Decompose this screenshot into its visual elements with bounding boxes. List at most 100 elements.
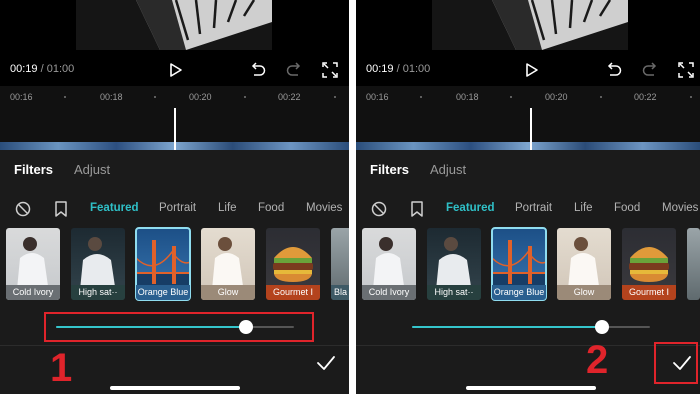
time-separator: / [393, 63, 403, 75]
redo-icon[interactable] [284, 60, 304, 80]
filter-list: Cold Ivory High sat·· Orange Blue Glow G… [356, 227, 700, 301]
play-icon[interactable] [521, 60, 541, 80]
category-life[interactable]: Life [574, 202, 593, 214]
playback-controls: 00:19 / 01:00 [356, 56, 700, 84]
tick-label: 00:20 [189, 92, 212, 102]
video-clip[interactable] [356, 142, 700, 150]
no-filter-icon[interactable] [14, 200, 32, 218]
video-preview [432, 0, 628, 50]
filter-item-partial[interactable]: Bla [331, 228, 349, 300]
time-display: 00:19 / 01:00 [366, 63, 430, 75]
filter-item-glow[interactable]: Glow [557, 228, 611, 300]
filter-label: Orange Blue [492, 285, 546, 300]
intensity-slider[interactable] [412, 320, 650, 334]
category-movies[interactable]: Movies [662, 202, 698, 214]
undo-icon[interactable] [604, 60, 624, 80]
undo-icon[interactable] [248, 60, 268, 80]
slider-fill [412, 326, 603, 328]
tick-dot [690, 96, 692, 98]
filter-label: High sat·· [71, 285, 125, 300]
filter-label: Glow [557, 285, 611, 300]
time-display: 00:19 / 01:00 [10, 63, 74, 75]
filter-item-orange-blue[interactable]: Orange Blue [135, 227, 191, 301]
fullscreen-icon[interactable] [320, 60, 340, 80]
divider [356, 345, 700, 346]
category-food[interactable]: Food [614, 202, 640, 214]
tick-label: 00:20 [545, 92, 568, 102]
step-number-2: 2 [586, 338, 609, 382]
filter-label: Cold Ivory [6, 285, 60, 300]
filter-label: Cold Ivory [362, 285, 416, 300]
tab-filters[interactable]: Filters [370, 162, 409, 177]
no-filter-icon[interactable] [370, 200, 388, 218]
checkmark-icon[interactable] [315, 352, 337, 374]
playback-controls: 00:19 / 01:00 [0, 56, 349, 84]
slider-knob[interactable] [595, 320, 610, 334]
filter-panel: Filters Adjust Featured Portrait Life Fo… [356, 150, 700, 394]
filter-label: Bla [331, 285, 349, 300]
video-preview [76, 0, 272, 50]
tab-adjust[interactable]: Adjust [430, 162, 466, 177]
filter-item-glow[interactable]: Glow [201, 228, 255, 300]
filter-label: Glow [201, 285, 255, 300]
tick-label: 00:22 [278, 92, 301, 102]
home-indicator [466, 386, 596, 390]
current-time: 00:19 [10, 63, 38, 75]
bookmark-icon[interactable] [52, 200, 70, 218]
filter-list: Cold Ivory High sat·· Orange Blue Glow G… [0, 227, 349, 301]
tick-label: 00:22 [634, 92, 657, 102]
tick-dot [244, 96, 246, 98]
total-time: 01:00 [46, 63, 75, 75]
piano-image [76, 0, 272, 50]
step-number-1: 1 [50, 346, 73, 390]
category-row: Featured Portrait Life Food Movies [356, 200, 700, 218]
category-portrait[interactable]: Portrait [159, 202, 196, 214]
time-separator: / [37, 63, 47, 75]
piano-image [432, 0, 628, 50]
tick-label: 00:18 [100, 92, 123, 102]
playhead[interactable] [174, 108, 176, 152]
filter-item-cold-ivory[interactable]: Cold Ivory [362, 228, 416, 300]
category-portrait[interactable]: Portrait [515, 202, 552, 214]
fullscreen-icon[interactable] [676, 60, 696, 80]
tick-dot [154, 96, 156, 98]
filter-item-gourmet[interactable]: Gourmet I [266, 228, 320, 300]
tab-adjust[interactable]: Adjust [74, 162, 110, 177]
filter-item-gourmet[interactable]: Gourmet I [622, 228, 676, 300]
playhead[interactable] [530, 108, 532, 152]
filter-label: Orange Blue [136, 285, 190, 300]
tick-dot [64, 96, 66, 98]
filter-item-high-sat[interactable]: High sat·· [427, 228, 481, 300]
timeline[interactable]: 00:16 00:18 00:20 00:22 [0, 86, 349, 156]
tick-dot [510, 96, 512, 98]
home-indicator [110, 386, 240, 390]
tick-label: 00:16 [10, 92, 33, 102]
tick-label: 00:16 [366, 92, 389, 102]
play-icon[interactable] [165, 60, 185, 80]
category-featured[interactable]: Featured [446, 202, 495, 214]
tick-dot [334, 96, 336, 98]
tick-dot [600, 96, 602, 98]
filter-label: Gourmet I [622, 285, 676, 300]
category-life[interactable]: Life [218, 202, 237, 214]
filter-label: Gourmet I [266, 285, 320, 300]
category-row: Featured Portrait Life Food Movies [0, 200, 349, 218]
filter-item-partial[interactable] [687, 228, 700, 300]
screenshot-step-2: 00:19 / 01:00 00:16 00:18 00:20 00:22 Fi… [356, 0, 700, 394]
filter-item-cold-ivory[interactable]: Cold Ivory [6, 228, 60, 300]
filter-item-orange-blue[interactable]: Orange Blue [491, 227, 547, 301]
tick-dot [420, 96, 422, 98]
timeline[interactable]: 00:16 00:18 00:20 00:22 [356, 86, 700, 156]
tab-filters[interactable]: Filters [14, 162, 53, 177]
confirm-highlight-box [654, 342, 698, 384]
bookmark-icon[interactable] [408, 200, 426, 218]
tick-label: 00:18 [456, 92, 479, 102]
redo-icon[interactable] [640, 60, 660, 80]
filter-item-high-sat[interactable]: High sat·· [71, 228, 125, 300]
filter-label: High sat·· [427, 285, 481, 300]
total-time: 01:00 [402, 63, 431, 75]
category-featured[interactable]: Featured [90, 202, 139, 214]
category-movies[interactable]: Movies [306, 202, 342, 214]
category-food[interactable]: Food [258, 202, 284, 214]
screenshot-step-1: 00:19 / 01:00 00:16 00:18 00:20 00:22 Fi… [0, 0, 349, 394]
